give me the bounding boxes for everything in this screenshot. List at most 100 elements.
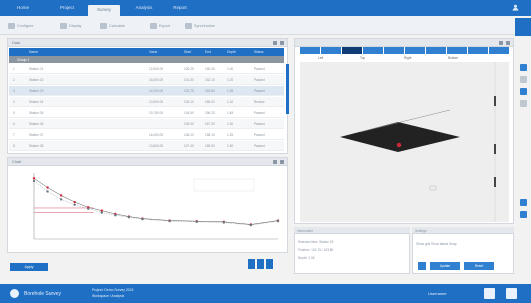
pan-icon[interactable] [520,88,527,95]
settings-panel-title: Settings [415,228,427,233]
table-row[interactable]: 3 Station 03 14,200.00 102.75 153.80 1.35 Pass… [9,86,284,96]
table-cell: 153.80 [205,89,215,93]
configure-button[interactable]: Configure [8,22,33,30]
table-cell: 1.10 [227,100,234,104]
table-row[interactable]: 1 Station 01 12,500.00 100.25 150.40 1.00 Pass… [9,64,284,74]
export-button[interactable]: Export [150,22,170,30]
reset-button[interactable]: Reset [464,262,494,270]
viewer-tab[interactable] [405,47,425,54]
viewer-tab-strip [300,47,509,54]
fit-icon[interactable] [520,100,527,107]
table-cell: Station 01 [29,67,44,71]
table-cell: Station 02 [29,78,44,82]
viewer-tab[interactable] [363,47,383,54]
display-label: Display [69,24,82,28]
table-row[interactable]: 2 Station 02 18,300.00 101.50 152.10 1.20 Pass… [9,75,284,85]
viewer-tab[interactable] [426,47,446,54]
table-cell: 7 [13,133,15,137]
viewer-canvas[interactable] [300,62,509,222]
list-view-button[interactable] [257,259,264,269]
data-point [276,219,280,223]
cross-section-shape[interactable] [340,122,460,152]
group-header[interactable]: Group 1 [9,56,284,63]
table-cell: Station 07 [29,133,44,137]
viewer-tab[interactable] [384,47,404,54]
tab-project[interactable]: Project [52,3,82,13]
table-row[interactable]: 5 Station 05 19,750.00 104.60 156.20 1.45 Pass… [9,108,284,118]
viewer-tab[interactable] [489,47,509,54]
viewer-tab[interactable] [447,47,467,54]
table-header: Name Value Start End Depth Status [9,48,284,56]
table-panel: Data Name Value Start End Depth Status G… [7,38,289,154]
table-cell: 107.40 [184,144,194,148]
data-point [249,223,253,227]
table-scrollbar[interactable] [286,64,289,114]
column-header[interactable]: Status [254,50,264,54]
minimize-icon[interactable] [273,41,277,45]
grid-view-button[interactable] [248,259,255,269]
close-icon[interactable] [506,41,510,45]
viewer-tab[interactable] [468,47,488,54]
exit-icon[interactable] [506,288,517,299]
table-cell: Passed [254,111,265,115]
table-cell: 101.50 [184,78,194,82]
table-row[interactable]: 4 Station 04 10,900.00 103.10 155.00 1.10 Revi… [9,97,284,107]
table-cell: 157.30 [205,122,215,126]
group-label: Group 1 [17,57,30,62]
viewer-tab[interactable] [300,47,320,54]
settings-options[interactable]: Show grid Show labels Snap [416,242,457,246]
table-row[interactable]: 8 Station 08 13,800.00 107.40 159.90 1.50 Pass… [9,141,284,151]
minimize-icon[interactable] [273,160,277,164]
data-point [222,221,225,224]
edit-button[interactable] [266,259,273,269]
settings-icon[interactable] [520,211,527,218]
column-header[interactable]: End [205,50,211,54]
display-button[interactable]: Display [60,22,81,30]
column-header[interactable]: Name [29,50,38,54]
tab-home[interactable]: Home [10,3,36,13]
data-point [46,186,49,189]
table-cell: 10,900.00 [149,100,164,104]
table-row[interactable]: 7 Station 07 16,400.00 106.20 158.10 1.25 Pass… [9,130,284,140]
toolbar: Configure Display Calculate Export Synch… [0,16,515,35]
viewer-tab[interactable] [321,47,341,54]
synchronize-button[interactable]: Synchronize [185,22,215,30]
column-header[interactable]: Value [149,50,157,54]
table-cell: 18,300.00 [149,78,164,82]
close-icon[interactable] [280,160,284,164]
table-cell: 1 [13,67,15,71]
chart-panel-title: Chart [12,159,22,164]
user-menu[interactable]: Username [428,291,446,296]
selected-point-marker[interactable] [396,142,402,148]
viewer-headers: Left Top Right Bottom [300,55,509,61]
zoom-out-icon[interactable] [520,76,527,83]
calculate-button[interactable]: Calculate [100,22,125,30]
close-icon[interactable] [280,41,284,45]
viewer-header: Top [360,56,366,60]
minimize-icon[interactable] [499,41,503,45]
apply-button[interactable]: Apply [10,263,48,271]
response-chart [32,173,280,240]
user-icon[interactable] [512,4,519,11]
layers-icon[interactable] [520,199,527,206]
zoom-in-icon[interactable] [520,64,527,71]
table-row[interactable]: 6 Station 06 105.00 157.30 1.30 Passed [9,119,284,129]
column-header[interactable]: Start [184,50,191,54]
tab-report[interactable]: Report [166,3,194,13]
side-panel-toggle[interactable] [515,18,531,36]
refresh-icon[interactable] [418,262,426,270]
data-point [73,203,76,206]
viewer-tab-active[interactable] [342,47,362,54]
data-point [195,220,198,224]
cursor-marker [429,185,437,191]
update-button[interactable]: Update [430,262,460,270]
tab-survey[interactable]: Survey [88,5,120,16]
tab-analysis[interactable]: Analysis [128,3,160,13]
column-header[interactable]: Depth [227,50,236,54]
table-cell: Passed [254,122,265,126]
calculate-label: Calculate [109,24,125,28]
data-point [168,219,171,223]
data-point [46,190,49,193]
export-label: Export [159,24,170,28]
home-icon[interactable] [484,288,495,299]
